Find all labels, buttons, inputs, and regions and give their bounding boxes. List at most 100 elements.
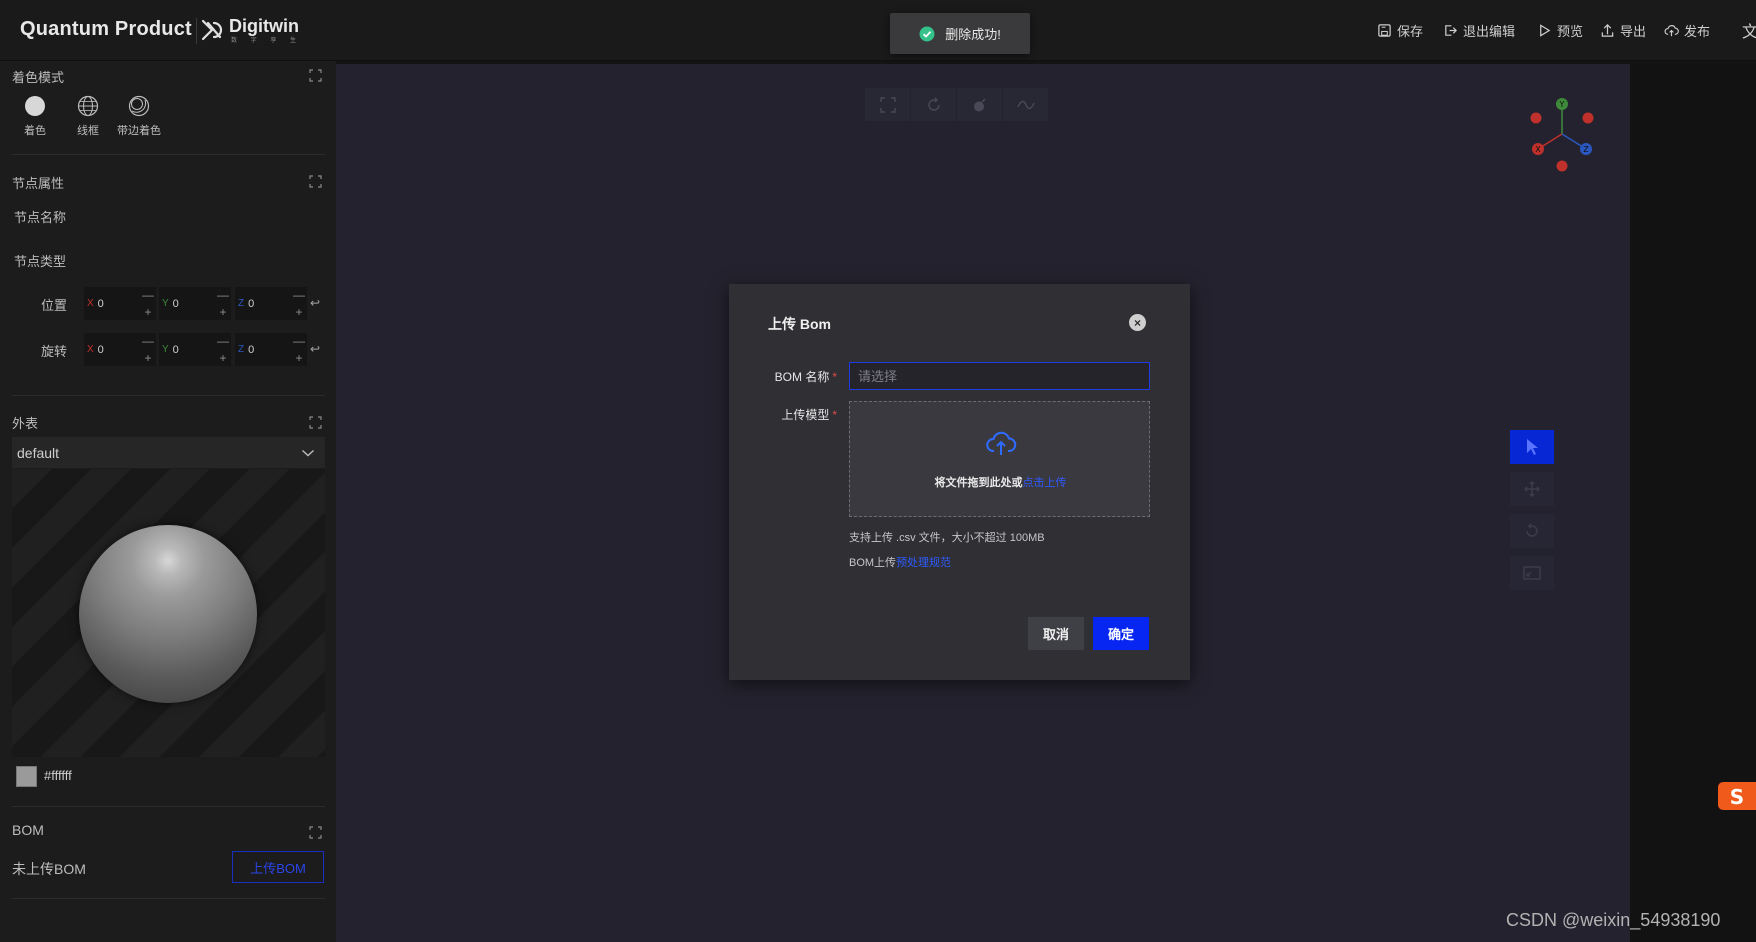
- file-dropzone[interactable]: 将文件拖到此处或点击上传: [849, 401, 1150, 517]
- publish-button[interactable]: 发布: [1664, 21, 1710, 40]
- shading-mode-solid[interactable]: 着色: [24, 95, 46, 138]
- upload-hint: 支持上传 .csv 文件，大小不超过 100MB: [849, 532, 1045, 544]
- logo-text: Digitwin: [229, 16, 299, 36]
- material-select-value: default: [17, 444, 60, 461]
- reset-position-icon[interactable]: ↩: [310, 296, 320, 310]
- rotate-tool-icon[interactable]: [1510, 514, 1554, 548]
- reset-rotation-icon[interactable]: ↩: [310, 342, 320, 356]
- cancel-button[interactable]: 取消: [1028, 617, 1084, 650]
- color-swatch[interactable]: [16, 766, 37, 787]
- brand-name: Quantum Product: [20, 18, 192, 40]
- rotation-x-input[interactable]: X0 — +: [84, 333, 156, 366]
- expand-icon[interactable]: [309, 175, 322, 188]
- wave-icon[interactable]: [1003, 88, 1048, 121]
- axis-gizmo[interactable]: Y X Z: [1526, 96, 1598, 172]
- rotation-z-value: 0: [248, 343, 255, 356]
- expand-icon[interactable]: [309, 69, 322, 82]
- axis-y-label: Y: [162, 344, 169, 355]
- success-toast: 删除成功!: [890, 13, 1030, 54]
- model-upload-label: 上传模型 *: [781, 408, 837, 422]
- sogou-ime-icon[interactable]: S: [1716, 780, 1756, 812]
- exit-edit-label: 退出编辑: [1463, 24, 1516, 39]
- axis-y-label: Y: [162, 298, 169, 309]
- dialog-title: 上传 Bom: [768, 316, 831, 332]
- shading-mode-wireframe[interactable]: 线框: [77, 95, 99, 138]
- transform-toolbar: [1510, 430, 1554, 590]
- axis-x-label: X: [87, 298, 94, 309]
- rotate-icon[interactable]: [911, 88, 956, 121]
- stepper[interactable]: — +: [215, 333, 231, 366]
- rotation-y-value: 0: [172, 343, 179, 356]
- upload-bom-dialog: 上传 Bom × BOM 名称* 上传模型* 将文件拖到此处或点击上传 支持上传…: [729, 284, 1190, 680]
- solid-sphere-icon: [25, 96, 45, 116]
- fullscreen-icon[interactable]: [865, 88, 910, 121]
- language-toggle[interactable]: 文: [1742, 18, 1756, 42]
- expand-icon[interactable]: [309, 826, 322, 839]
- material-select[interactable]: default: [12, 437, 325, 468]
- confirm-button[interactable]: 确定: [1093, 617, 1149, 650]
- save-button[interactable]: 保存: [1377, 21, 1423, 40]
- top-header: Quantum Product Digitwin 数 字 孪 生 保存 退出编辑…: [0, 0, 1756, 61]
- color-value: #ffffff: [44, 768, 72, 783]
- axis-z-label: Z: [238, 298, 245, 309]
- upload-bom-button[interactable]: 上传BOM: [232, 851, 324, 883]
- bom-title: BOM: [12, 822, 44, 838]
- stepper[interactable]: — +: [291, 287, 307, 320]
- check-circle-icon: [919, 26, 935, 41]
- position-z-input[interactable]: Z0 — +: [235, 287, 307, 320]
- position-y-value: 0: [172, 297, 179, 310]
- shading-mode-label: 着色: [24, 125, 46, 137]
- expand-icon[interactable]: [309, 416, 322, 429]
- position-y-input[interactable]: Y0 — +: [159, 287, 231, 320]
- move-icon[interactable]: [1510, 472, 1554, 506]
- exit-edit-button[interactable]: 退出编辑: [1443, 21, 1515, 40]
- position-z-value: 0: [248, 297, 255, 310]
- stepper[interactable]: — +: [215, 287, 231, 320]
- viewport-toolbar: [865, 88, 1048, 121]
- rotation-y-input[interactable]: Y0 — +: [159, 333, 231, 366]
- bom-status: 未上传BOM: [12, 861, 86, 877]
- section-divider: [12, 154, 325, 155]
- rotation-x-value: 0: [97, 343, 104, 356]
- node-name-label: 节点名称: [14, 210, 67, 225]
- stepper[interactable]: — +: [140, 333, 156, 366]
- position-label: 位置: [41, 298, 68, 313]
- select-cursor-icon[interactable]: [1510, 430, 1554, 464]
- stepper[interactable]: — +: [291, 333, 307, 366]
- click-upload-link[interactable]: 点击上传: [1023, 477, 1067, 489]
- shading-mode-label: 带边着色: [117, 125, 161, 137]
- publish-label: 发布: [1684, 24, 1711, 39]
- shaded-edges-icon: [128, 95, 150, 117]
- section-divider: [12, 898, 325, 899]
- material-preview: [12, 469, 325, 757]
- cloud-upload-icon: [985, 429, 1017, 457]
- play-icon: [1540, 24, 1551, 37]
- bom-spec-hint: BOM上传预处理规范: [849, 557, 952, 569]
- axis-z-label: Z: [238, 344, 245, 355]
- bom-name-input[interactable]: [849, 362, 1150, 390]
- svg-text:S: S: [1730, 785, 1744, 809]
- scale-tool-icon[interactable]: [1510, 556, 1554, 590]
- svg-text:Z: Z: [1583, 145, 1589, 154]
- wireframe-sphere-icon: [77, 95, 99, 117]
- node-properties-title: 节点属性: [12, 176, 65, 191]
- cloud-upload-icon: [1664, 25, 1679, 37]
- node-type-label: 节点类型: [14, 254, 67, 269]
- axis-x-label: X: [87, 344, 94, 355]
- chevron-down-icon: [302, 449, 314, 456]
- position-x-input[interactable]: X0 — +: [84, 287, 156, 320]
- exit-icon: [1445, 25, 1457, 36]
- section-divider: [12, 395, 325, 396]
- toast-message: 删除成功!: [945, 27, 1001, 42]
- rotation-z-input[interactable]: Z0 — +: [235, 333, 307, 366]
- logo-subtext: 数 字 孪 生: [231, 38, 303, 44]
- export-button[interactable]: 导出: [1600, 21, 1646, 40]
- shading-mode-edges[interactable]: 带边着色: [117, 95, 161, 138]
- preprocess-spec-link[interactable]: 预处理规范: [896, 557, 951, 569]
- stepper[interactable]: — +: [140, 287, 156, 320]
- close-icon[interactable]: ×: [1129, 314, 1146, 331]
- export-icon: [1601, 24, 1614, 37]
- bomb-icon[interactable]: [957, 88, 1002, 121]
- preview-button[interactable]: 预览: [1537, 21, 1583, 40]
- position-x-value: 0: [97, 297, 104, 310]
